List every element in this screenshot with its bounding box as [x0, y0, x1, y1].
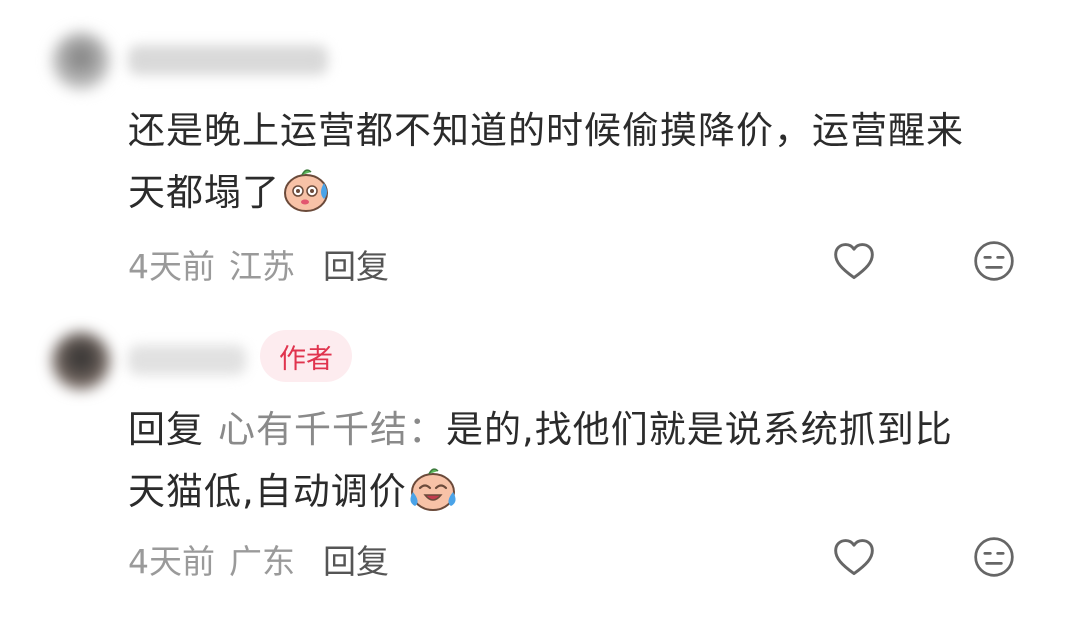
sweat-face-emoji: [284, 169, 328, 212]
heart-outline-icon[interactable]: [830, 240, 878, 284]
comment-time: 4天前: [128, 542, 215, 581]
comment-text-line-2: 天都塌了: [128, 171, 280, 214]
comment-text: 回复 心有千千结：是的,找他们就是说系统抓到比 天猫低,自动调价: [128, 399, 1028, 523]
avatar[interactable]: [52, 32, 110, 90]
comment-1: 还是晚上运营都不知道的时候偷摸降价，运营醒来 天都塌了 4天前 江苏 回复: [0, 0, 1080, 300]
heart-outline-icon[interactable]: [830, 536, 878, 580]
comment-location: 江苏: [229, 247, 295, 286]
comment-text-line-2: 天猫低,自动调价: [128, 470, 407, 513]
comment-meta: 4天前 广东 回复: [128, 535, 389, 583]
neutral-face-icon[interactable]: [972, 535, 1016, 579]
author-badge: 作者: [260, 330, 352, 382]
reply-prefix: 回复: [128, 408, 204, 451]
comment-text: 还是晚上运营都不知道的时候偷摸降价，运营醒来 天都塌了: [128, 100, 1028, 224]
crying-laughing-emoji: [410, 468, 456, 511]
username-blurred[interactable]: [128, 45, 328, 75]
comment-meta: 4天前 江苏 回复: [128, 240, 389, 288]
reply-target-user[interactable]: 心有千千结：: [218, 408, 446, 451]
comment-location: 广东: [229, 542, 295, 581]
reply-button[interactable]: 回复: [323, 240, 389, 288]
neutral-face-icon[interactable]: [972, 239, 1016, 283]
username-blurred[interactable]: [128, 345, 246, 375]
avatar[interactable]: [52, 332, 110, 390]
comment-time: 4天前: [128, 247, 215, 286]
reply-button[interactable]: 回复: [323, 535, 389, 583]
comment-2: 作者 回复 心有千千结：是的,找他们就是说系统抓到比 天猫低,自动调价 4天前 广…: [0, 310, 1080, 610]
comment-text-line-1: 还是晚上运营都不知道的时候偷摸降价，运营醒来: [128, 109, 964, 152]
comment-text-line-1: 是的,找他们就是说系统抓到比: [446, 408, 953, 451]
